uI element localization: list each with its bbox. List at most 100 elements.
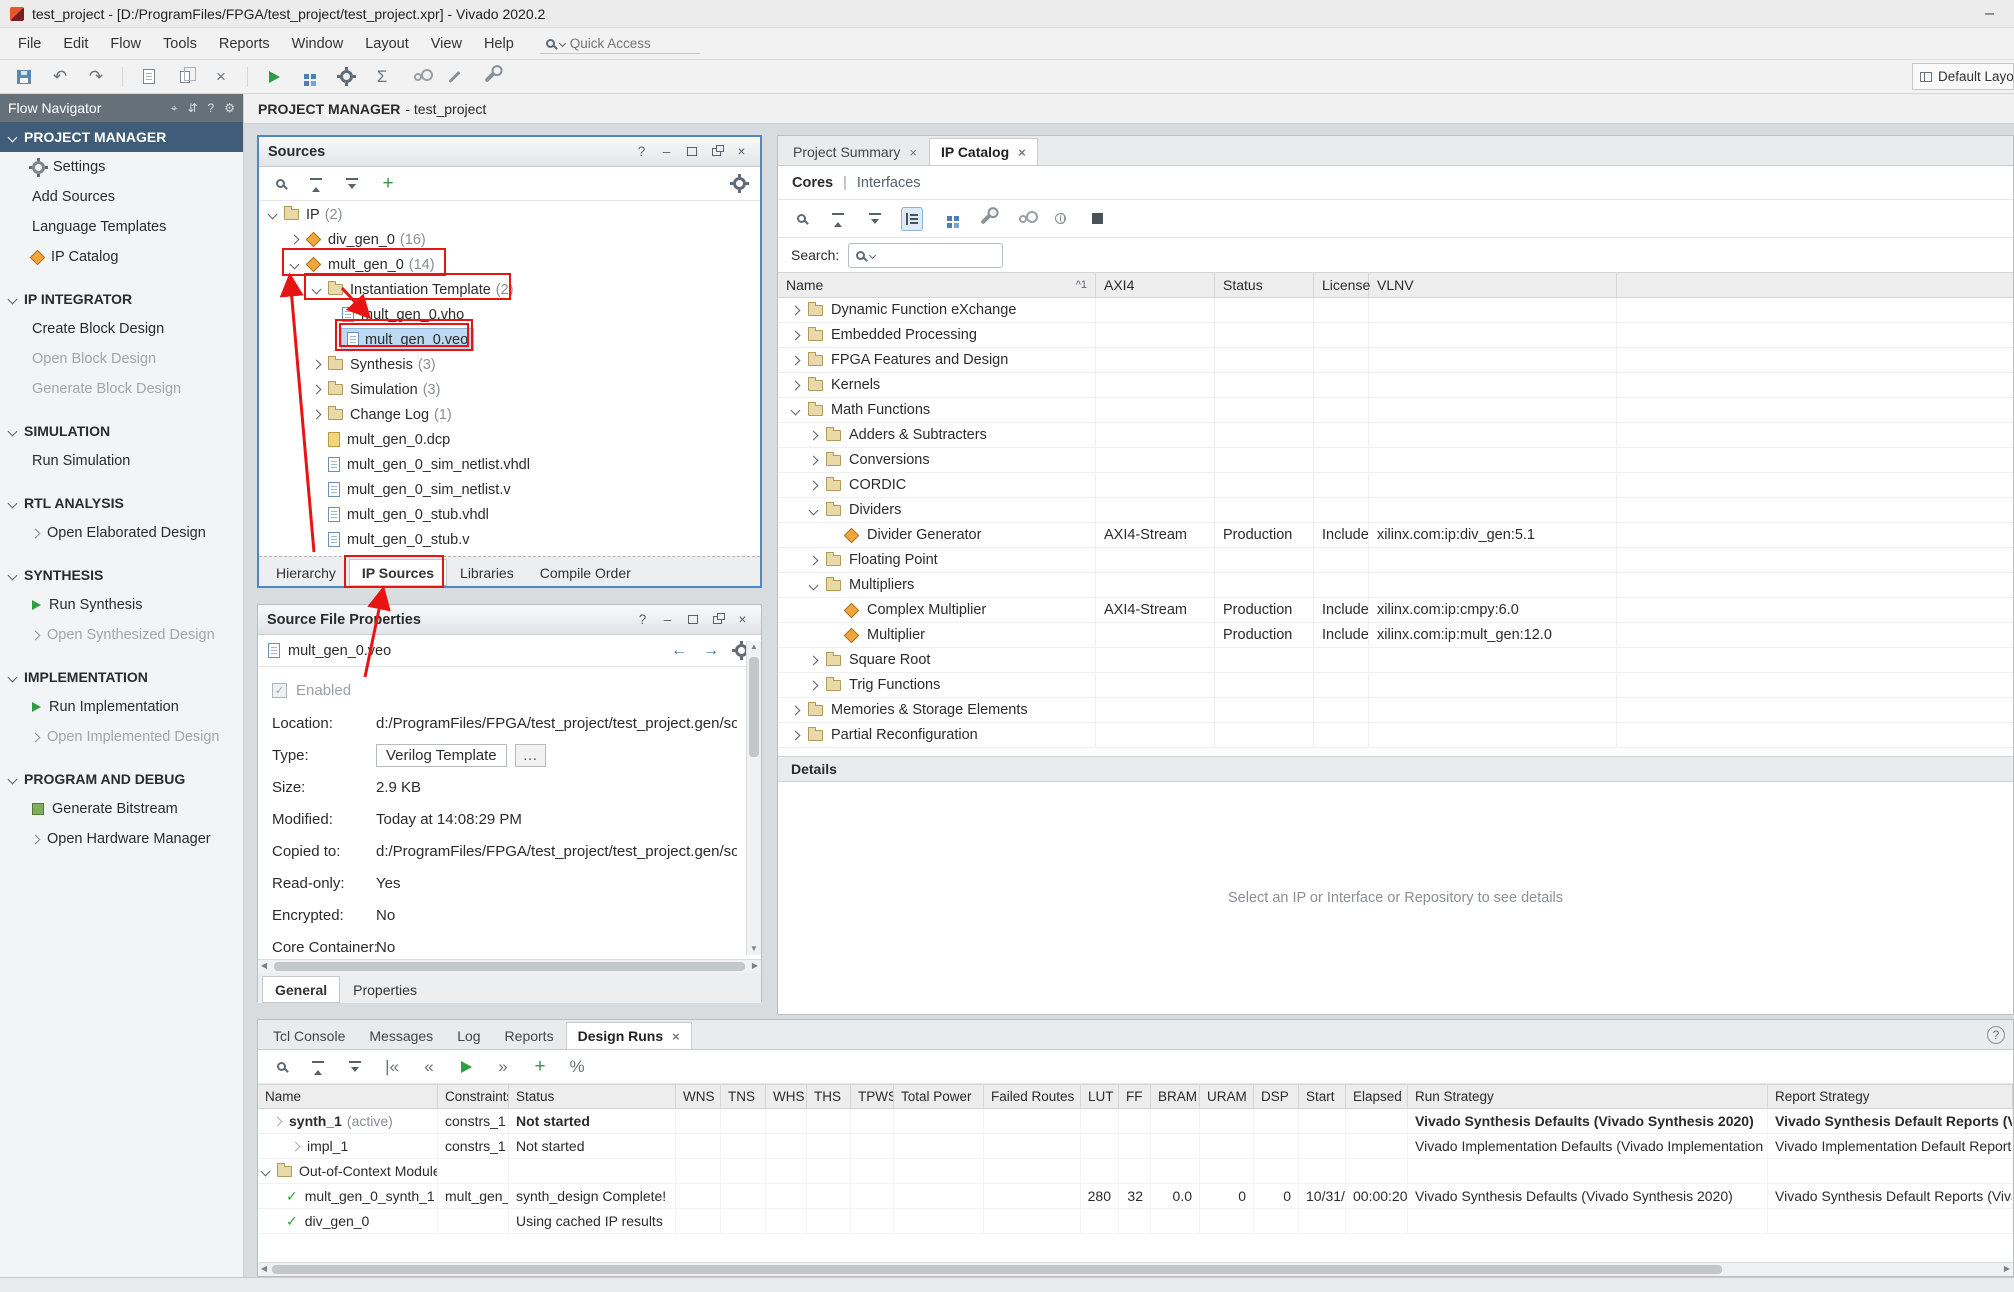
tab-properties[interactable]: Properties	[340, 976, 430, 1003]
column-header-status[interactable]: Status	[1215, 273, 1314, 297]
column-header[interactable]: THS	[807, 1085, 851, 1108]
column-header-name[interactable]: Name ^1	[778, 273, 1096, 297]
tab-libraries[interactable]: Libraries	[447, 559, 527, 586]
expander-icon[interactable]	[809, 580, 819, 590]
search-icon[interactable]	[270, 173, 290, 195]
group-by-category-icon[interactable]	[902, 208, 922, 230]
expander-icon[interactable]	[291, 1141, 301, 1151]
minimize-icon[interactable]: –	[658, 610, 677, 629]
menu-flow[interactable]: Flow	[100, 31, 151, 57]
column-header-vlnv[interactable]: VLNV	[1369, 273, 1617, 297]
scroll-left-icon[interactable]: ◀	[258, 961, 270, 970]
sidebar-item-settings[interactable]: Settings	[0, 152, 243, 182]
create-runs-icon[interactable]: +	[530, 1056, 550, 1078]
restart-from-step-icon[interactable]: |«	[382, 1056, 402, 1078]
scrollbar-thumb[interactable]	[749, 657, 759, 757]
column-header[interactable]: TPWS	[851, 1085, 894, 1108]
expander-icon[interactable]	[268, 210, 278, 220]
quick-access-search[interactable]	[540, 34, 700, 54]
tree-row-mult-gen-0-dcp[interactable]: mult_gen_0.dcp	[259, 427, 760, 452]
help-icon[interactable]: ?	[208, 101, 215, 115]
tab-tcl-console[interactable]: Tcl Console	[261, 1022, 357, 1049]
window-minimize-button[interactable]: –	[1975, 5, 2004, 23]
menu-layout[interactable]: Layout	[355, 31, 419, 57]
float-icon[interactable]	[708, 610, 727, 629]
column-header[interactable]: Status	[509, 1085, 676, 1108]
menu-tools[interactable]: Tools	[153, 31, 207, 57]
sidebar-item-run-simulation[interactable]: Run Simulation	[0, 446, 243, 476]
close-icon[interactable]: ×	[733, 610, 752, 629]
catalog-row[interactable]: Conversions	[778, 448, 2013, 473]
expander-icon[interactable]	[791, 355, 801, 365]
scrollbar-thumb[interactable]	[274, 962, 745, 971]
scroll-left-icon[interactable]: ◀	[258, 1264, 270, 1273]
browse-button[interactable]: …	[515, 744, 546, 767]
default-layout-button[interactable]: Default Layou	[1912, 63, 2014, 90]
tab-hierarchy[interactable]: Hierarchy	[263, 559, 349, 586]
tree-row-div-gen-0[interactable]: div_gen_0 (16)	[259, 227, 760, 252]
column-header[interactable]: TNS	[721, 1085, 766, 1108]
tab-reports[interactable]: Reports	[493, 1022, 566, 1049]
settings-gear-icon[interactable]	[729, 173, 749, 195]
sidebar-item-generate-bitstream[interactable]: Generate Bitstream	[0, 794, 243, 824]
search-icon[interactable]	[271, 1056, 291, 1078]
sidebar-section-synthesis[interactable]: SYNTHESIS	[0, 560, 243, 590]
maximize-icon[interactable]	[682, 142, 701, 161]
column-header[interactable]: Report Strategy	[1768, 1085, 2013, 1108]
menu-edit[interactable]: Edit	[53, 31, 98, 57]
catalog-row[interactable]: Kernels	[778, 373, 2013, 398]
collapse-all-icon[interactable]	[828, 208, 848, 230]
maximize-icon[interactable]	[683, 610, 702, 629]
scroll-down-icon[interactable]: ▼	[747, 943, 761, 955]
column-header[interactable]: FF	[1119, 1085, 1151, 1108]
scroll-up-icon[interactable]: ▲	[747, 641, 761, 653]
tree-row-change-log[interactable]: Change Log (1)	[259, 402, 760, 427]
column-header[interactable]: Name	[258, 1085, 438, 1108]
tab-project-summary[interactable]: Project Summary ×	[781, 138, 929, 165]
sidebar-item-open-elaborated-design[interactable]: Open Elaborated Design	[0, 518, 243, 548]
run-at-step-icon[interactable]: %	[567, 1056, 587, 1078]
expander-icon[interactable]	[791, 705, 801, 715]
expander-icon[interactable]	[290, 260, 300, 270]
tree-row-synthesis[interactable]: Synthesis (3)	[259, 352, 760, 377]
close-icon[interactable]: ×	[1018, 145, 1026, 160]
expander-icon[interactable]	[809, 455, 819, 465]
ip-search-field[interactable]	[848, 243, 1003, 268]
tab-messages[interactable]: Messages	[357, 1022, 445, 1049]
sidebar-item-language-templates[interactable]: Language Templates	[0, 212, 243, 242]
sidebar-item-run-implementation[interactable]: Run Implementation	[0, 692, 243, 722]
catalog-row[interactable]: Dynamic Function eXchange	[778, 298, 2013, 323]
tree-row-mult-gen-0-vho[interactable]: mult_gen_0.vho	[259, 302, 760, 327]
tree-row-stub-vhdl[interactable]: mult_gen_0_stub.vhdl	[259, 502, 760, 527]
expander-icon[interactable]	[791, 305, 801, 315]
catalog-row[interactable]: Embedded Processing	[778, 323, 2013, 348]
save-button[interactable]	[14, 66, 34, 88]
expander-icon[interactable]	[791, 730, 801, 740]
expander-icon[interactable]	[809, 430, 819, 440]
sidebar-section-implementation[interactable]: IMPLEMENTATION	[0, 662, 243, 692]
link-icon[interactable]	[1013, 208, 1033, 230]
restore-hierarchy-icon[interactable]	[939, 208, 959, 230]
catalog-row[interactable]: Dividers	[778, 498, 2013, 523]
tree-row-mult-gen-0[interactable]: mult_gen_0 (14)	[259, 252, 760, 277]
search-icon[interactable]	[791, 208, 811, 230]
collapse-all-icon[interactable]	[308, 1056, 328, 1078]
sidebar-item-ip-catalog[interactable]: IP Catalog	[0, 242, 243, 272]
undo-button[interactable]: ↶	[50, 66, 70, 88]
catalog-row-complex-multiplier[interactable]: Complex Multiplier AXI4-Stream Productio…	[778, 598, 2013, 623]
selected-tree-label[interactable]: mult_gen_0.veo	[342, 329, 473, 350]
customize-wrench-icon[interactable]	[976, 208, 996, 230]
expander-icon[interactable]	[261, 1166, 271, 1176]
type-combobox[interactable]: Verilog Template	[376, 744, 507, 767]
column-header[interactable]: Run Strategy	[1408, 1085, 1768, 1108]
resume-icon[interactable]: »	[493, 1056, 513, 1078]
sidebar-section-program-and-debug[interactable]: PROGRAM AND DEBUG	[0, 764, 243, 794]
chevron-right-icon[interactable]	[31, 834, 41, 844]
column-header[interactable]: WNS	[676, 1085, 721, 1108]
ip-status-icon[interactable]	[1087, 208, 1107, 230]
expander-icon[interactable]	[312, 360, 322, 370]
ip-search-input[interactable]	[880, 247, 980, 263]
catalog-row[interactable]: CORDIC	[778, 473, 2013, 498]
expander-icon[interactable]	[312, 385, 322, 395]
forward-icon[interactable]: →	[699, 642, 723, 660]
